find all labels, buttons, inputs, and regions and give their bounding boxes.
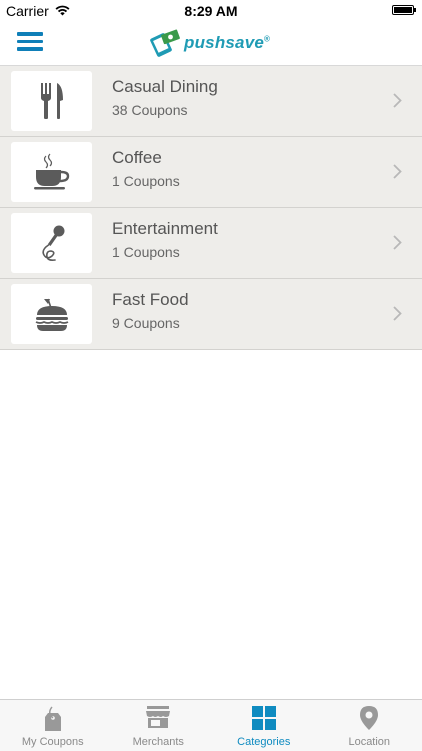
menu-line xyxy=(17,47,43,51)
coupon-tag-icon xyxy=(43,705,63,733)
fork-knife-icon xyxy=(39,82,65,120)
tab-label: Merchants xyxy=(106,736,212,748)
category-thumbnail xyxy=(11,213,92,273)
coupon-count: 9 Coupons xyxy=(112,315,180,331)
storefront-icon xyxy=(145,705,171,729)
category-row-coffee[interactable]: Coffee 1 Coupons xyxy=(0,137,422,208)
coupon-count: 1 Coupons xyxy=(112,173,180,189)
battery-icon xyxy=(392,5,414,15)
logo-text: pushsave® xyxy=(184,33,270,53)
status-time: 8:29 AM xyxy=(0,3,422,19)
tab-bar: My Coupons Merchants Categories xyxy=(0,699,422,751)
menu-line xyxy=(17,40,43,44)
category-title: Coffee xyxy=(112,148,162,168)
category-thumbnail xyxy=(11,142,92,202)
coupon-count: 38 Coupons xyxy=(112,102,188,118)
coupon-count: 1 Coupons xyxy=(112,244,180,260)
category-title: Entertainment xyxy=(112,219,218,239)
microphone-icon xyxy=(35,224,69,262)
grid-icon xyxy=(251,705,277,731)
category-title: Casual Dining xyxy=(112,77,218,97)
category-title: Fast Food xyxy=(112,290,189,310)
tab-label: My Coupons xyxy=(0,736,106,748)
category-row-entertainment[interactable]: Entertainment 1 Coupons xyxy=(0,208,422,279)
category-list: Casual Dining 38 Coupons Coffee 1 Coupon… xyxy=(0,66,422,350)
category-row-fast-food[interactable]: Fast Food 9 Coupons xyxy=(0,279,422,350)
tab-categories[interactable]: Categories xyxy=(211,700,317,751)
tab-location[interactable]: Location xyxy=(317,700,422,751)
nav-bar: pushsave® xyxy=(0,22,422,66)
logo-mark-icon xyxy=(150,29,180,57)
chevron-right-icon xyxy=(393,93,402,108)
category-thumbnail xyxy=(11,284,92,344)
coffee-cup-icon xyxy=(33,153,71,191)
status-bar: Carrier 8:29 AM xyxy=(0,0,422,22)
tab-label: Location xyxy=(317,736,422,748)
menu-line xyxy=(17,32,43,36)
category-row-casual-dining[interactable]: Casual Dining 38 Coupons xyxy=(0,66,422,137)
chevron-right-icon xyxy=(393,164,402,179)
chevron-right-icon xyxy=(393,306,402,321)
location-pin-icon xyxy=(359,705,379,731)
tab-label: Categories xyxy=(211,736,317,748)
tab-my-coupons[interactable]: My Coupons xyxy=(0,700,106,751)
menu-button[interactable] xyxy=(14,28,48,58)
tab-merchants[interactable]: Merchants xyxy=(106,700,212,751)
pushsave-logo: pushsave® xyxy=(150,28,270,58)
burger-icon xyxy=(34,295,70,333)
category-thumbnail xyxy=(11,71,92,131)
chevron-right-icon xyxy=(393,235,402,250)
